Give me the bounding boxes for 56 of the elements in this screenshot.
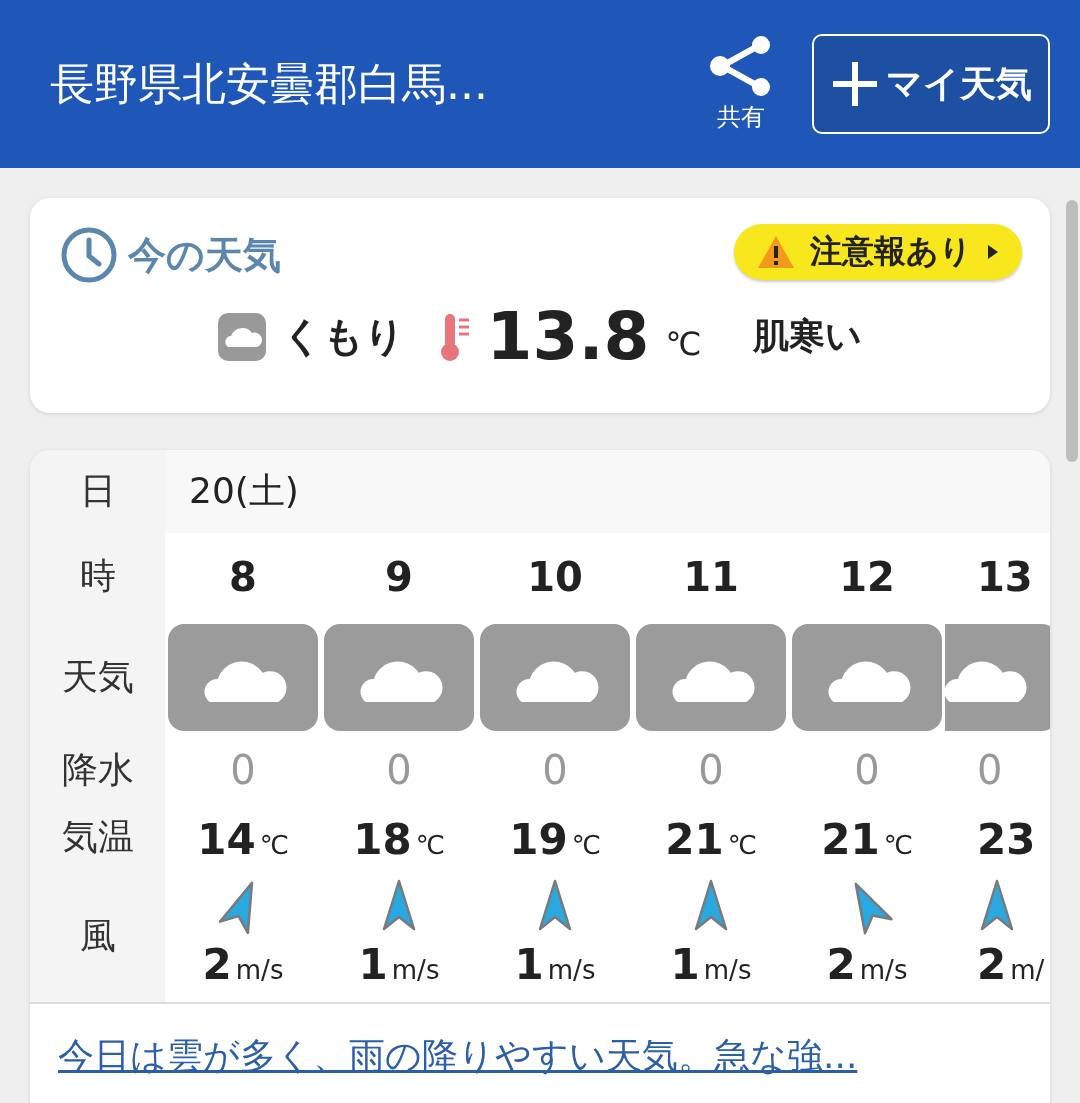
row-label: 時 — [30, 533, 165, 620]
hour-label: 9 — [385, 553, 413, 600]
row-label: 日 — [30, 450, 165, 533]
precipitation-value: 0 — [977, 747, 1003, 793]
weather-condition: くもり — [281, 312, 405, 361]
thermometer-icon — [438, 311, 471, 362]
row-label: 風 — [30, 870, 165, 1002]
wind-speed-value: 2 — [826, 940, 856, 989]
wind-speed-unit: m/s — [547, 955, 596, 985]
temperature-unit: ℃ — [415, 830, 445, 860]
hour-label: 12 — [839, 553, 895, 600]
section-title: 今の天気 — [128, 231, 281, 279]
precipitation-value: 0 — [854, 747, 880, 793]
temperature-value: 13.8 — [486, 298, 650, 375]
alert-badge[interactable]: 注意報あり — [734, 224, 1022, 280]
feel-text: 肌寒い — [753, 314, 863, 358]
temperature-value: 19 — [509, 815, 568, 864]
temperature-unit: ℃ — [665, 325, 702, 363]
wind-speed-value: 2 — [202, 940, 232, 989]
plus-icon — [830, 59, 880, 109]
wind-speed-unit: m/s — [391, 955, 440, 985]
hour-label: 8 — [229, 553, 257, 600]
temperature-value: 14 — [197, 815, 256, 864]
hour-label: 11 — [683, 553, 739, 600]
date-cell: 20(土) — [165, 450, 1050, 533]
precipitation-value: 0 — [386, 747, 412, 793]
wind-speed-unit: m/ — [1010, 955, 1045, 985]
temperature-value: 23 — [977, 815, 1036, 864]
hour-label: 13 — [977, 553, 1033, 600]
temperature-value: 18 — [353, 815, 412, 864]
temperature-value: 21 — [665, 815, 724, 864]
row-label: 天気 — [30, 620, 165, 735]
row-label: 降水 — [30, 735, 165, 805]
temperature-unit: ℃ — [727, 830, 757, 860]
temperature-unit: ℃ — [259, 830, 289, 860]
precipitation-value: 0 — [542, 747, 568, 793]
wind-speed-value: 1 — [514, 940, 544, 989]
clock-icon — [60, 226, 118, 284]
wind-speed-unit: m/s — [703, 955, 752, 985]
cloud-icon — [217, 312, 266, 361]
temperature-value: 21 — [821, 815, 880, 864]
temperature-unit: ℃ — [571, 830, 601, 860]
forecast-summary-link[interactable]: 今日は雲が多く、雨の降りやすい天気。急な強... — [58, 1032, 1050, 1081]
wind-speed-value: 2 — [977, 940, 1007, 989]
row-label: 気温 — [30, 805, 165, 870]
location-title: 長野県北安曇郡白馬... — [50, 56, 489, 111]
temperature-unit: ℃ — [883, 830, 913, 860]
wind-speed-value: 1 — [358, 940, 388, 989]
precipitation-value: 0 — [698, 747, 724, 793]
precipitation-value: 0 — [230, 747, 256, 793]
hour-label: 10 — [527, 553, 583, 600]
my-weather-button[interactable]: マイ天気 — [812, 34, 1050, 134]
share-button[interactable]: 共有 — [708, 35, 774, 133]
wind-speed-unit: m/s — [859, 955, 908, 985]
wind-speed-unit: m/s — [235, 955, 284, 985]
wind-speed-value: 1 — [670, 940, 700, 989]
